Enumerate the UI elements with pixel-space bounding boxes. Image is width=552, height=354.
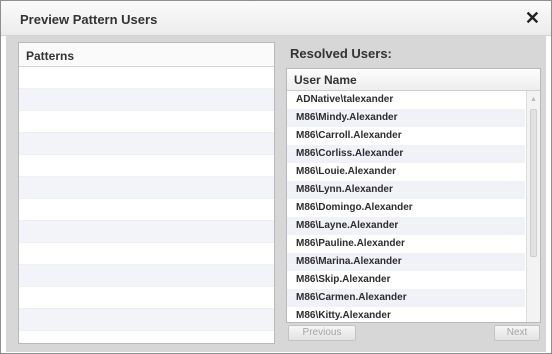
- pattern-row: [19, 265, 274, 287]
- resolved-users-title: Resolved Users:: [290, 46, 392, 61]
- scroll-up-icon[interactable]: ▲: [529, 95, 538, 104]
- user-row[interactable]: M86\Layne.Alexander: [287, 217, 525, 235]
- user-row[interactable]: M86\Louie.Alexander: [287, 163, 525, 181]
- dialog-title: Preview Pattern Users: [20, 12, 158, 27]
- pattern-row: [19, 221, 274, 243]
- user-row[interactable]: M86\Corliss.Alexander: [287, 145, 525, 163]
- user-row[interactable]: M86\Lynn.Alexander: [287, 181, 525, 199]
- user-row[interactable]: M86\Carmen.Alexander: [287, 289, 525, 307]
- pattern-row: [19, 89, 274, 111]
- pattern-row: [19, 177, 274, 199]
- user-row[interactable]: M86\Mindy.Alexander: [287, 109, 525, 127]
- pattern-row: [19, 243, 274, 265]
- user-list: ADNative\talexander M86\Mindy.Alexander M8…: [287, 91, 525, 322]
- user-name-column-header[interactable]: User Name: [287, 69, 540, 91]
- pattern-row: [19, 287, 274, 309]
- user-row[interactable]: ADNative\talexander: [287, 91, 525, 109]
- pattern-row: [19, 155, 274, 177]
- dialog-titlebar: Preview Pattern Users ✕: [1, 1, 551, 36]
- pattern-row: [19, 111, 274, 133]
- pattern-row: [19, 199, 274, 221]
- pattern-row: [19, 67, 274, 89]
- user-row[interactable]: M86\Carroll.Alexander: [287, 127, 525, 145]
- user-row[interactable]: M86\Kitty.Alexander: [287, 307, 525, 322]
- resolved-users-grid: User Name ADNative\talexander M86\Mindy.A…: [286, 68, 541, 323]
- user-row[interactable]: M86\Domingo.Alexander: [287, 199, 525, 217]
- patterns-header: Patterns: [19, 43, 274, 67]
- user-row[interactable]: M86\Skip.Alexander: [287, 271, 525, 289]
- scrollbar-thumb[interactable]: [530, 109, 537, 257]
- user-row[interactable]: M86\Pauline.Alexander: [287, 235, 525, 253]
- previous-button[interactable]: Previous: [288, 325, 356, 341]
- pattern-row: [19, 309, 274, 331]
- patterns-list: [19, 67, 274, 343]
- pattern-row: [19, 331, 274, 343]
- next-button[interactable]: Next: [494, 325, 540, 341]
- user-row[interactable]: M86\Marina.Alexander: [287, 253, 525, 271]
- pattern-row: [19, 133, 274, 155]
- patterns-panel: Patterns: [18, 42, 275, 344]
- close-icon[interactable]: ✕: [525, 8, 540, 28]
